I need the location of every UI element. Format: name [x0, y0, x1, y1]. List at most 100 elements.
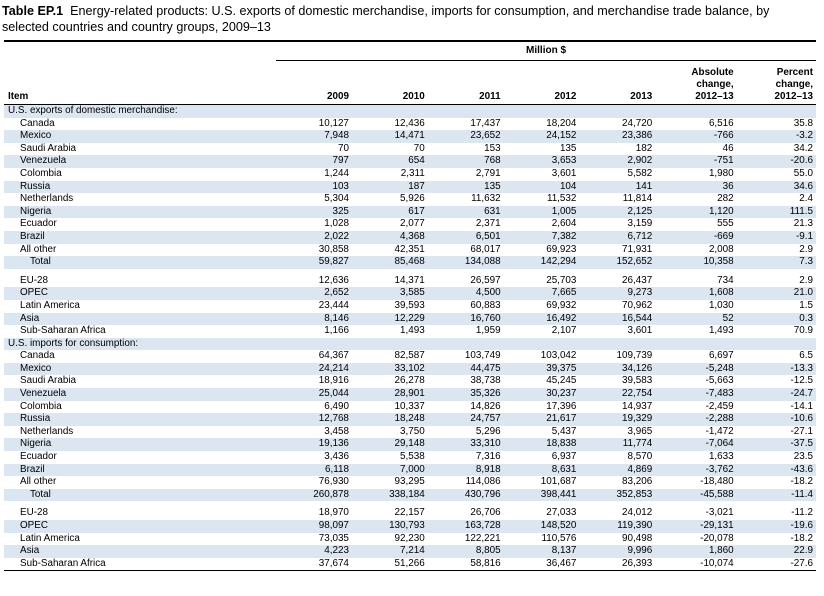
row-label: Asia	[4, 312, 277, 326]
value-cell: 16,544	[579, 312, 656, 326]
value-cell: 1.5	[799, 299, 813, 311]
group-row: Latin America 23,444 39,593 60,883 69,932 70,…	[4, 300, 816, 313]
value-cell: -13.3	[736, 362, 816, 376]
value-cell: -9.1	[736, 230, 816, 244]
value-cell: 12,636	[318, 274, 349, 286]
value-cell: 24,720	[622, 117, 653, 129]
value-cell: 68,017	[470, 243, 501, 255]
row-label: Total	[4, 488, 277, 502]
value-cell: 2.9	[799, 274, 813, 286]
value-cell: 19,136	[276, 438, 352, 452]
value-cell: 21.3	[793, 218, 813, 230]
group-row: OPEC 2,652 3,585 4,500 7,665 9,273 1,608 21.0	[4, 287, 816, 300]
value-cell: 3,159	[627, 218, 653, 230]
value-cell: 18,838	[503, 438, 580, 452]
value-cell: -45,588	[655, 488, 737, 502]
group-row: OPEC 98,097 130,793 163,728 148,520 119,390 -2…	[4, 520, 816, 533]
value-cell: -11.2	[791, 507, 813, 519]
row-label: Latin America	[20, 532, 80, 544]
value-cell: 24,152	[503, 130, 580, 143]
table-row: Colombia 6,490 10,337 14,826 17,396 14,937 -2,…	[4, 401, 816, 414]
value-cell: 98,097	[276, 520, 352, 533]
table-row: All other 76,930 93,295 114,086 101,687 83,20…	[4, 476, 816, 489]
value-cell: 2,902	[579, 155, 656, 168]
row-label: Canada	[20, 117, 55, 129]
col-header-year: 2011	[427, 60, 504, 105]
value-cell: -10,074	[655, 557, 737, 572]
value-cell: 18,248	[351, 413, 428, 426]
value-cell: 768	[427, 155, 504, 168]
value-cell: 7,214	[351, 545, 428, 558]
value-cell: 10,337	[394, 400, 425, 412]
table-row: Venezuela 25,044 28,901 35,326 30,237 22,754-…	[4, 388, 816, 401]
col-header-abs-change: Absolute change, 2012–13	[655, 60, 737, 105]
value-cell: 9,273	[579, 287, 656, 300]
table-row: Mexico 24,214 33,102 44,475 39,375 34,126 -5,2…	[4, 362, 816, 376]
row-label: Saudi Arabia	[20, 142, 76, 154]
value-cell: 130,793	[351, 520, 428, 533]
value-cell: 2,311	[400, 167, 425, 179]
value-cell: 90,498	[622, 532, 653, 544]
value-cell: 37,674	[276, 557, 352, 572]
value-cell: 70.9	[793, 325, 813, 337]
value-cell: 26,278	[394, 375, 425, 387]
row-label: EU-28	[20, 507, 48, 519]
value-cell: 17,396	[546, 400, 577, 412]
value-cell: 85,468	[351, 256, 428, 269]
table-title: Table EP.1 Energy-related products: U.S.…	[2, 3, 817, 35]
row-label: Nigeria	[4, 205, 277, 219]
value-cell: 4,223	[276, 545, 352, 558]
row-label: Venezuela	[4, 388, 277, 401]
value-cell: 39,593	[394, 299, 425, 311]
value-cell: 92,230	[394, 532, 425, 544]
value-cell: -7,483	[655, 388, 737, 401]
value-cell: -27.6	[736, 557, 816, 572]
row-label: All other	[20, 243, 57, 255]
row-label: Netherlands	[20, 193, 74, 205]
value-cell: 182	[635, 142, 653, 154]
value-cell: 135	[559, 142, 577, 154]
value-cell: 797	[276, 155, 352, 168]
value-cell: 93,295	[394, 476, 425, 488]
value-cell: 101,687	[540, 476, 577, 488]
row-label: Sub-Saharan Africa	[20, 325, 106, 337]
value-cell: 6,712	[579, 230, 656, 244]
value-cell: 1,980	[708, 167, 734, 179]
value-cell: 2,371	[475, 218, 501, 230]
data-table: Million $ Item 2009 2010 2011 2012 2013 …	[4, 40, 816, 572]
row-label: EU-28	[20, 274, 48, 286]
table-row: Ecuador 3,436 5,538 7,316 6,937 8,570 1,633 23.…	[4, 451, 816, 464]
value-cell: 111.5	[736, 205, 816, 219]
table-row: Brazil 6,118 7,000 8,918 8,631 4,869 -3,762 -43…	[4, 463, 816, 477]
value-cell: 58,816	[427, 557, 504, 572]
value-cell: -18.2	[790, 476, 813, 488]
value-cell: 46	[722, 142, 734, 154]
value-cell: 39,583	[622, 375, 653, 387]
value-cell: -18.2	[790, 532, 813, 544]
value-cell: 35,326	[427, 388, 504, 401]
group-row: Sub-Saharan Africa 37,674 51,266 58,816 36,4…	[4, 557, 816, 572]
value-cell: 3,601	[551, 167, 577, 179]
group-row: EU-28 12,636 14,371 26,597 25,703 26,437 734 2.…	[4, 275, 816, 288]
value-cell: 29,148	[351, 438, 428, 452]
row-label: OPEC	[4, 520, 277, 533]
value-cell: -14.1	[790, 400, 813, 412]
value-cell: 60,883	[470, 299, 501, 311]
value-cell: 1,493	[400, 325, 425, 337]
value-cell: 5,538	[400, 451, 425, 463]
value-cell: 135	[427, 180, 504, 194]
value-cell: 25,703	[546, 274, 577, 286]
row-label: Ecuador	[20, 451, 57, 463]
value-cell: 5,296	[475, 425, 501, 437]
value-cell: 9,996	[579, 545, 656, 558]
row-label: Netherlands	[20, 425, 74, 437]
value-cell: 734	[717, 274, 734, 286]
value-cell: 55.0	[793, 167, 813, 179]
units-label: Million $	[276, 40, 816, 61]
value-cell: 24,012	[622, 507, 653, 519]
table-row: Netherlands 3,458 3,750 5,296 5,437 3,965 -1,4…	[4, 426, 816, 439]
value-cell: 654	[351, 155, 428, 168]
value-cell: 2,125	[579, 205, 656, 219]
value-cell: 30,858	[318, 243, 349, 255]
value-cell: 398,441	[503, 488, 580, 502]
